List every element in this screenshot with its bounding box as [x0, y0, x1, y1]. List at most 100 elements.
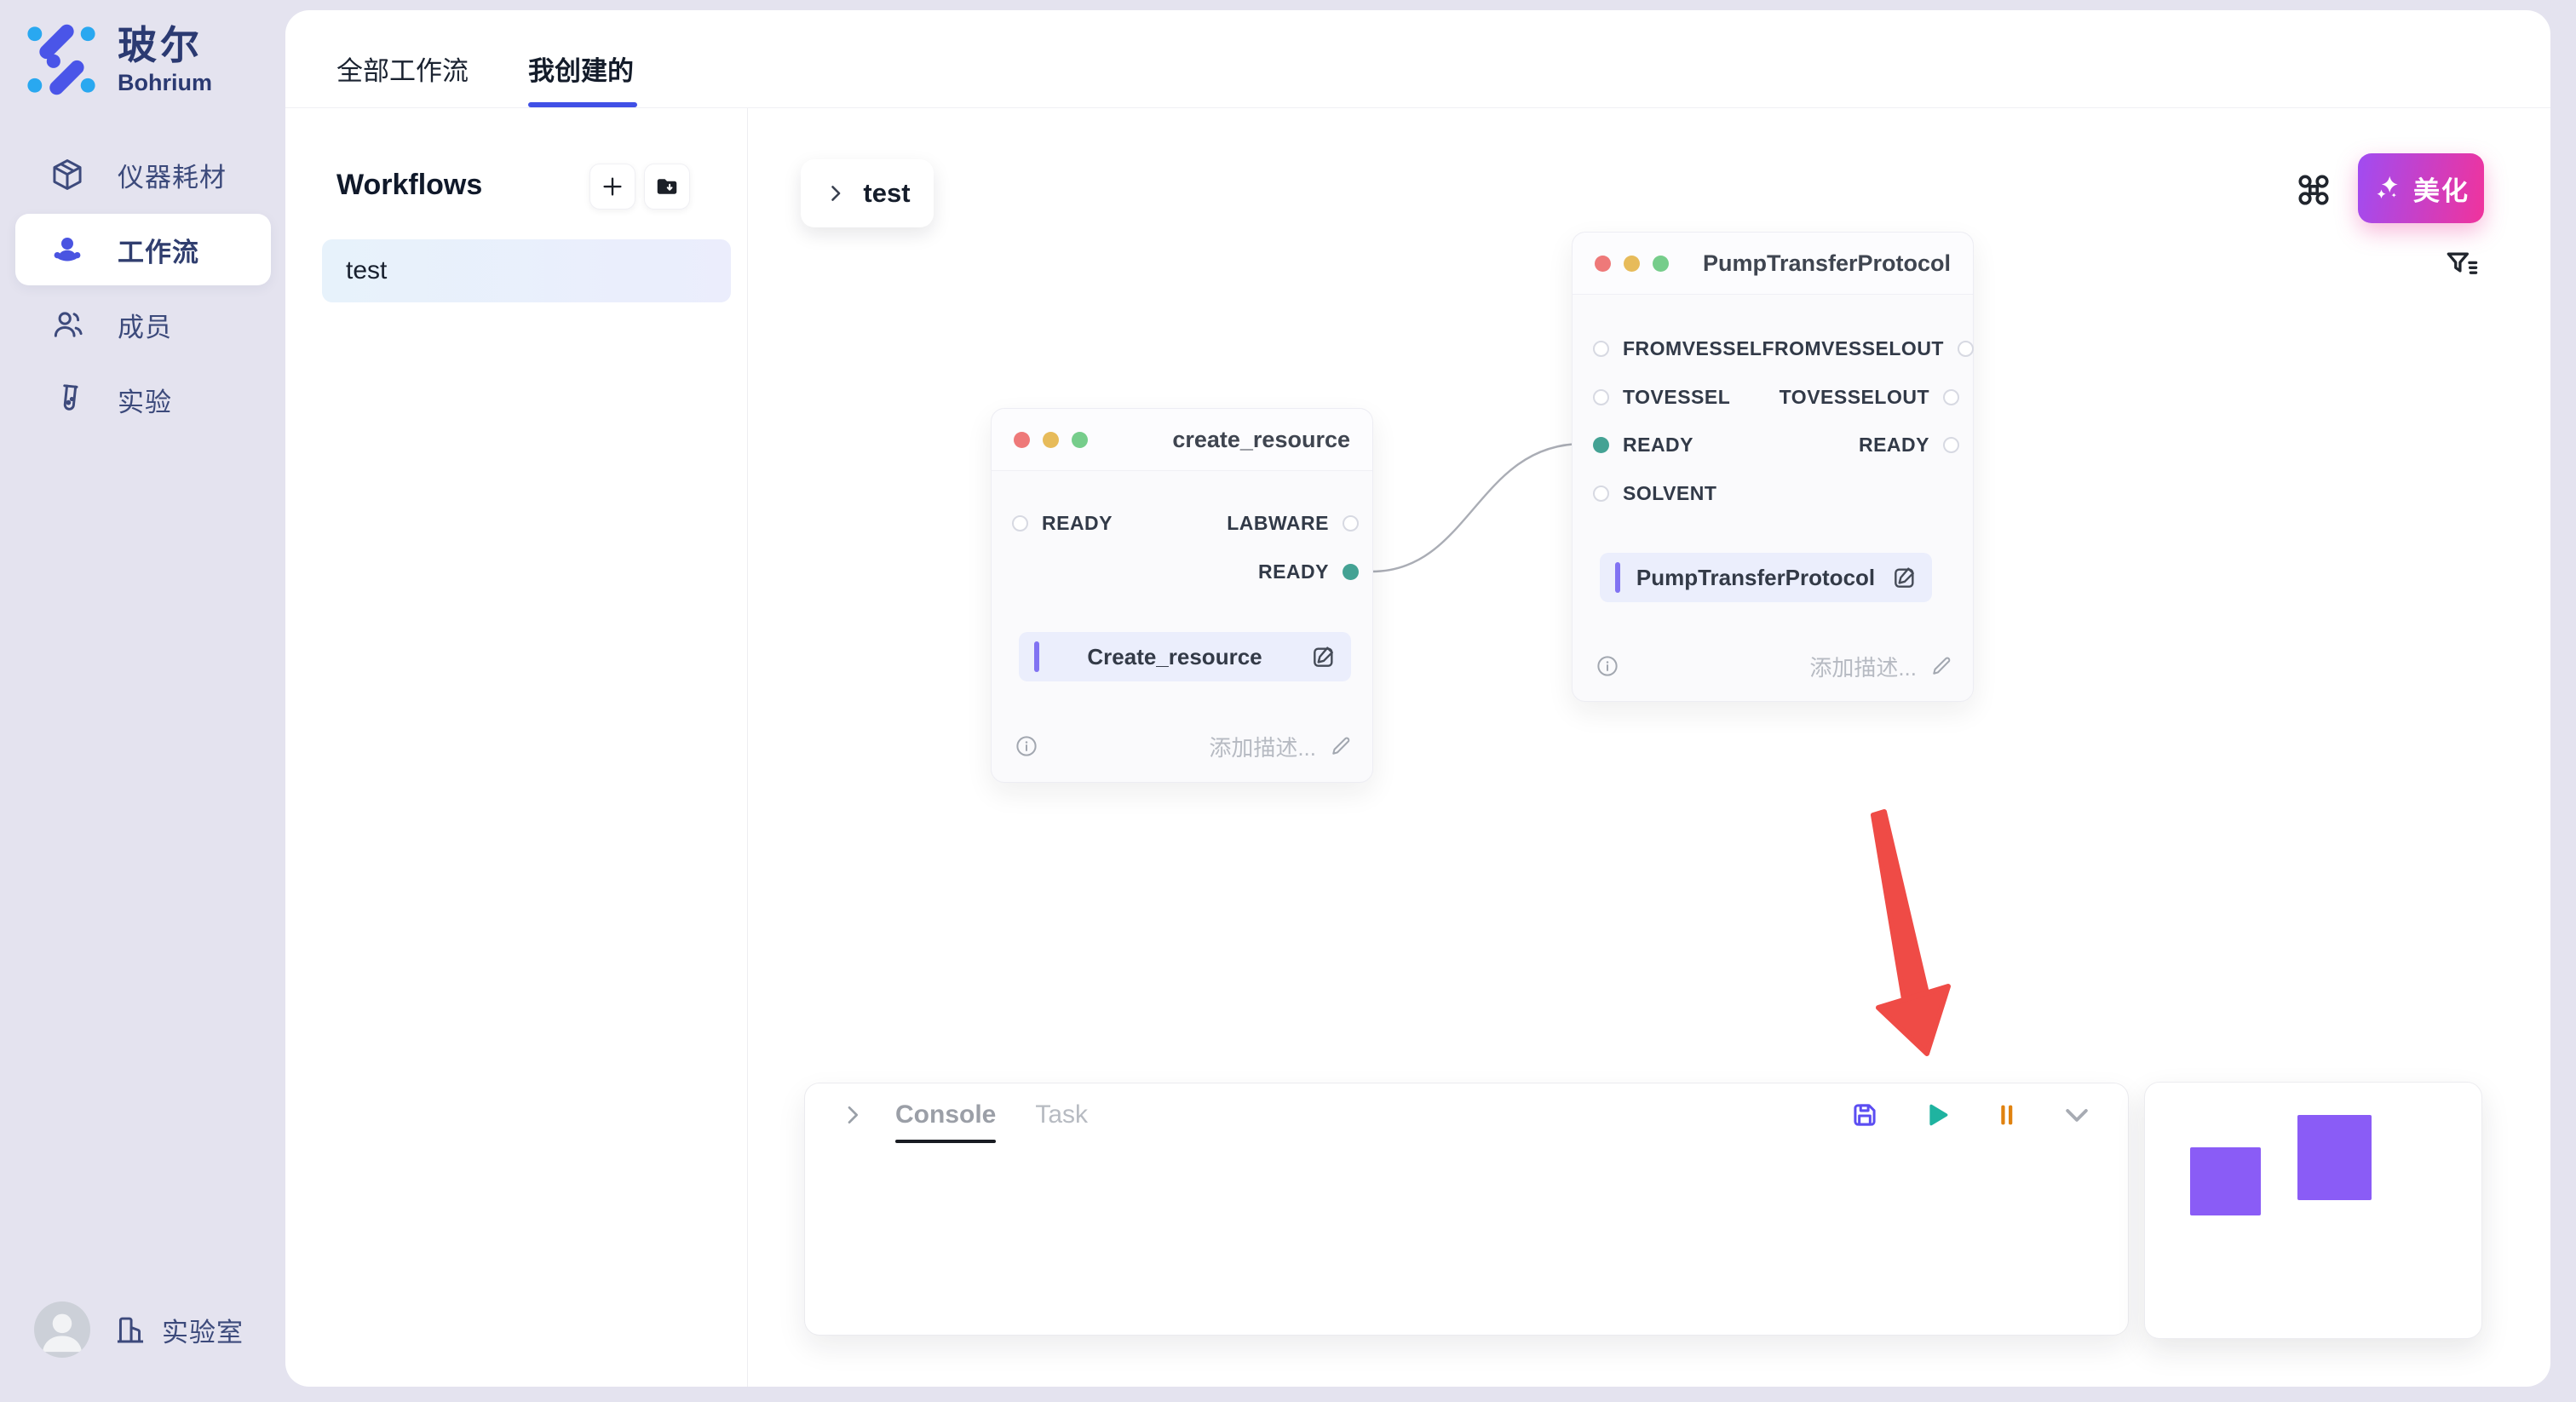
port-label: READY [1623, 434, 1693, 457]
tab-created-by-me[interactable]: 我创建的 [528, 49, 634, 88]
node-create-resource[interactable]: create_resource READY LABWARE READY Crea… [991, 408, 1373, 783]
shortcuts-button[interactable] [2294, 170, 2333, 210]
traffic-dot-red [1595, 256, 1611, 272]
info-icon[interactable] [1014, 733, 1039, 759]
node-title: create_resource [1172, 427, 1350, 453]
minimap-node [2297, 1115, 2372, 1200]
experiment-icon [49, 382, 85, 417]
edit-icon[interactable] [1310, 643, 1337, 670]
output-port-handle[interactable] [1343, 515, 1359, 531]
sidebar-item-label: 实验 [118, 381, 172, 419]
breadcrumb-label: test [863, 178, 910, 209]
output-port-handle[interactable] [1943, 389, 1959, 405]
node-port-row: READY READY [1593, 432, 1959, 457]
add-workflow-button[interactable] [589, 164, 635, 210]
filter-button[interactable] [2441, 245, 2481, 284]
breadcrumb[interactable]: test [801, 159, 934, 227]
workflows-panel-title: Workflows [336, 169, 482, 202]
filter-icon [2442, 246, 2480, 284]
node-port-row: FROMVESSEL FROMVESSELOUT [1593, 336, 1959, 361]
input-port-handle[interactable] [1593, 486, 1609, 502]
minimap[interactable] [2144, 1082, 2482, 1339]
node-action-label: Create_resource [1039, 644, 1310, 670]
sparkles-icon [2372, 173, 2403, 204]
workflow-list-item[interactable]: test [322, 239, 731, 302]
sidebar-item-label: 工作流 [118, 231, 199, 269]
description-placeholder[interactable]: 添加描述... [1809, 651, 1917, 682]
workspace-switcher[interactable]: 实验室 [34, 1301, 244, 1358]
node-port-row: READY [1012, 559, 1359, 584]
avatar[interactable] [34, 1301, 90, 1358]
node-action-pill[interactable]: Create_resource [1019, 632, 1351, 681]
active-tab-underline [528, 102, 637, 107]
sidebar-item-workflows[interactable]: 工作流 [15, 214, 271, 285]
edit-icon[interactable] [1891, 564, 1918, 591]
port-label: READY [1042, 512, 1113, 535]
console-tab-underline [895, 1140, 996, 1143]
app-title: 玻尔 [118, 26, 212, 65]
sidebar-item-members[interactable]: 成员 [15, 289, 271, 360]
bohrium-logo-icon [24, 22, 99, 97]
node-action-pill[interactable]: PumpTransferProtocol [1600, 553, 1932, 602]
port-label: FROMVESSELOUT [1762, 337, 1944, 360]
node-port-row: SOLVENT [1593, 480, 1959, 506]
traffic-dot-green [1653, 256, 1669, 272]
node-header: create_resource [992, 409, 1372, 471]
node-header: PumpTransferProtocol [1573, 233, 1973, 295]
minimap-node [2190, 1147, 2261, 1215]
traffic-dot-red [1014, 432, 1030, 448]
collapse-chevron-icon[interactable] [2060, 1098, 2094, 1132]
command-icon [2294, 170, 2333, 210]
building-icon [112, 1312, 148, 1347]
tabbar-divider [285, 107, 2550, 108]
workflow-users-icon [49, 232, 85, 267]
pencil-icon[interactable] [1929, 653, 1954, 679]
chevron-right-icon [824, 181, 848, 205]
info-icon[interactable] [1595, 653, 1620, 679]
folder-import-icon [654, 174, 680, 199]
pencil-icon[interactable] [1328, 733, 1354, 759]
beautify-button[interactable]: 美化 [2358, 153, 2484, 223]
sidebar-item-experiments[interactable]: 实验 [15, 364, 271, 435]
traffic-dot-yellow [1624, 256, 1640, 272]
node-pump-transfer-protocol[interactable]: PumpTransferProtocol FROMVESSEL FROMVESS… [1572, 232, 1974, 702]
app-root: 玻尔 Bohrium 仪器耗材 工作流 [0, 0, 2576, 1402]
node-footer: 添加描述... [1595, 651, 1954, 681]
sidebar-item-instruments[interactable]: 仪器耗材 [15, 139, 271, 210]
node-port-row: READY LABWARE [1012, 510, 1359, 536]
workflow-list-divider [747, 108, 748, 1387]
brand-logo: 玻尔 Bohrium [24, 22, 212, 97]
app-subtitle: Bohrium [118, 72, 212, 95]
import-workflow-button[interactable] [644, 164, 690, 210]
port-label: FROMVESSEL [1623, 337, 1762, 360]
tab-task[interactable]: Task [1035, 1100, 1088, 1129]
workspace-label: 实验室 [162, 1311, 244, 1349]
save-icon[interactable] [1849, 1099, 1881, 1131]
box-icon [49, 157, 85, 192]
output-port-handle[interactable] [1943, 437, 1959, 453]
node-title: PumpTransferProtocol [1703, 250, 1951, 277]
port-label: TOVESSEL [1623, 386, 1730, 409]
port-label: LABWARE [1227, 512, 1329, 535]
input-port-handle[interactable] [1012, 515, 1028, 531]
console-collapse-icon[interactable] [839, 1101, 866, 1129]
node-port-row: TOVESSEL TOVESSELOUT [1593, 384, 1959, 410]
plus-icon [600, 174, 625, 199]
input-port-handle[interactable] [1593, 341, 1609, 357]
port-label: SOLVENT [1623, 482, 1716, 505]
traffic-dot-yellow [1043, 432, 1059, 448]
port-label: READY [1258, 560, 1329, 583]
input-port-handle[interactable] [1593, 389, 1609, 405]
tab-all-workflows[interactable]: 全部工作流 [336, 49, 469, 88]
pause-icon[interactable] [1990, 1099, 2022, 1131]
tab-console[interactable]: Console [895, 1100, 996, 1129]
output-port-handle[interactable] [1343, 564, 1359, 580]
members-icon [49, 307, 85, 342]
sidebar-item-label: 仪器耗材 [118, 156, 227, 194]
description-placeholder[interactable]: 添加描述... [1209, 731, 1316, 762]
console-panel: Console Task [804, 1083, 2129, 1336]
input-port-handle[interactable] [1593, 437, 1609, 453]
run-icon[interactable] [1918, 1098, 1952, 1132]
beautify-label: 美化 [2413, 170, 2470, 208]
output-port-handle[interactable] [1958, 341, 1974, 357]
